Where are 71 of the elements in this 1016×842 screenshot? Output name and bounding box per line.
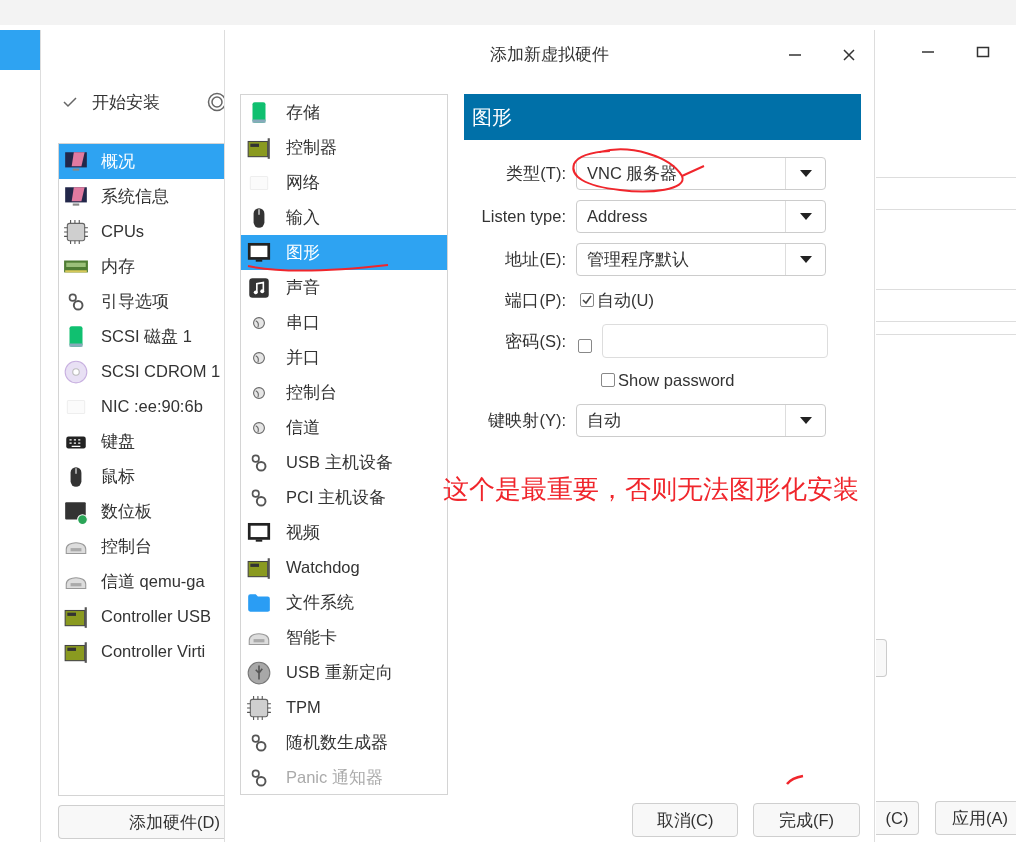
device-list-item[interactable]: 引导选项 — [59, 284, 225, 319]
device-list-item[interactable]: 数位板 — [59, 494, 225, 529]
field-label: Listen type: — [480, 206, 566, 228]
hardware-list-item[interactable]: 并口 — [241, 340, 447, 375]
password-field[interactable] — [602, 324, 828, 358]
dialog-title: 添加新虚拟硬件 — [490, 45, 609, 65]
caret-icon — [799, 213, 812, 220]
finish-button[interactable]: 完成(F) — [753, 803, 860, 837]
checkbox[interactable] — [578, 338, 592, 353]
chip-icon — [246, 694, 272, 721]
device-list-item[interactable]: Controller USB — [59, 599, 225, 634]
device-list-item[interactable]: 控制台 — [59, 529, 225, 564]
hardware-list-item[interactable]: 随机数生成器 — [241, 725, 447, 760]
device-list-item[interactable]: 键盘 — [59, 424, 225, 459]
highlight-bar — [0, 30, 40, 70]
hardware-list-item[interactable]: 文件系统 — [241, 585, 447, 620]
hardware-list-item[interactable]: 输入 — [241, 200, 447, 235]
hardware-list-item[interactable]: 存储 — [241, 95, 447, 130]
cancel-button[interactable]: 取消(C) — [632, 803, 738, 837]
dropdown[interactable]: 管理程序默认 — [576, 243, 826, 276]
hardware-list-item[interactable]: 智能卡 — [241, 620, 447, 655]
text-field[interactable] — [876, 177, 1016, 210]
checkbox-label: 自动(U) — [597, 289, 654, 311]
checkbox[interactable] — [580, 293, 594, 307]
device-list-item[interactable]: 鼠标 — [59, 459, 225, 494]
device-list-item[interactable]: NIC :ee:90:6b — [59, 389, 225, 424]
usb-icon — [246, 659, 272, 686]
dropdown[interactable]: VNC 服务器 — [576, 157, 826, 190]
hardware-list-item[interactable]: Watchdog — [241, 550, 447, 585]
checkbox[interactable] — [601, 373, 615, 387]
hardware-list-item[interactable]: 信道 — [241, 410, 447, 445]
chip-icon — [63, 218, 89, 245]
hardware-list-item[interactable]: 视频 — [241, 515, 447, 550]
device-list-item[interactable]: SCSI 磁盘 1 — [59, 319, 225, 354]
panel-header: 图形 — [464, 94, 861, 140]
field-label: 键映射(Y): — [487, 410, 566, 432]
ring-icon[interactable] — [207, 92, 227, 112]
add-hardware-button[interactable]: 添加硬件(D) — [58, 805, 225, 839]
apply-button[interactable]: 应用(A) — [935, 801, 1016, 835]
device-list-item[interactable]: SCSI CDROM 1 — [59, 354, 225, 389]
hardware-list-item[interactable]: USB 重新定向 — [241, 655, 447, 690]
field-label: 端口(P): — [504, 289, 566, 311]
hardware-list-item[interactable]: 声音 — [241, 270, 447, 305]
close-icon[interactable] — [842, 48, 856, 62]
install-label[interactable]: 开始安装 — [92, 89, 160, 115]
check-icon — [62, 94, 78, 110]
field-label: 地址(E): — [504, 249, 566, 271]
field-label: 密码(S): — [504, 331, 566, 352]
hardware-list-item[interactable]: 网络 — [241, 165, 447, 200]
annotation-stroke — [785, 774, 805, 786]
device-list-item[interactable]: CPUs — [59, 214, 225, 249]
device-list-item[interactable]: 系统信息 — [59, 179, 225, 214]
hardware-list-item[interactable]: 控制台 — [241, 375, 447, 410]
hardware-list-item[interactable]: 控制器 — [241, 130, 447, 165]
dialog-button[interactable]: (C) — [876, 801, 919, 835]
annotation-text: 这个是最重要，否则无法图形化安装 — [443, 473, 859, 506]
device-list-item[interactable]: 内存 — [59, 249, 225, 284]
text-field[interactable] — [876, 289, 1016, 322]
field-label: 类型(T): — [505, 163, 566, 185]
dropdown[interactable]: 自动 — [576, 404, 826, 437]
checkbox-label: Show password — [618, 369, 735, 391]
hardware-list-item[interactable]: 串口 — [241, 305, 447, 340]
hardware-list-item[interactable]: TPM — [241, 690, 447, 725]
dropdown[interactable]: Address — [576, 200, 826, 233]
caret-icon — [799, 417, 812, 424]
caret-icon — [799, 256, 812, 263]
caret-icon — [799, 170, 812, 177]
device-list-item[interactable]: Controller Virti — [59, 634, 225, 669]
maximize-icon[interactable] — [976, 45, 990, 59]
device-list-item[interactable]: 信道 qemu-ga — [59, 564, 225, 599]
disc-icon — [63, 358, 89, 385]
